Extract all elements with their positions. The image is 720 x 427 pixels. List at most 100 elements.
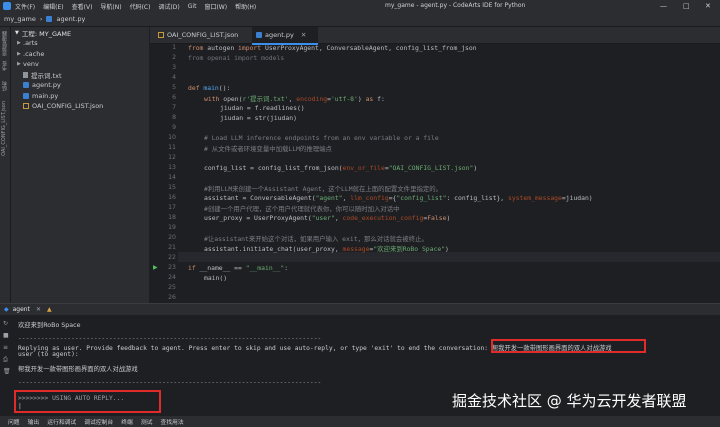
menu-git[interactable]: Git [188,3,197,10]
run-panel-header: ◆ agent ✕ ▲ [0,304,720,315]
watermark: 掘金技术社区 @ 华为云开发者联盟 [452,392,687,410]
menu-navigate[interactable]: 导航(N) [100,2,121,11]
string: "user" [311,214,335,222]
tool-debug-console[interactable]: 调试控制台 [84,417,113,426]
python-file-icon [256,32,262,38]
run-icon[interactable]: ▶ [153,264,158,271]
menu-file[interactable]: 文件(F) [15,2,35,11]
code-line-10: # Load LLM inference endpoints from an e… [204,134,439,142]
code-text: user_proxy = UserProxyAgent( [204,214,312,222]
code-text: f: [373,95,385,103]
code-text: ) [473,164,478,172]
python-file-icon [23,92,29,99]
line-number: 12 [168,154,176,161]
code-line-15: #利用LLM来创建一个Assistant Agent，这个LLM就在上面的配置文… [204,185,443,193]
line-number: 17 [168,204,176,211]
print-icon[interactable]: ⎙ [3,356,8,364]
line-number: 23 [168,264,176,271]
rerun-icon[interactable]: ↻ [3,320,8,327]
tree-item-label: venv [23,60,39,69]
string: "欢迎来到RoBo Space" [373,245,446,253]
json-tool[interactable]: OAI_CONFIG_LIST.json [1,101,7,156]
chevron-down-icon[interactable]: ▼ [15,30,19,36]
tree-item-agent-py[interactable]: agent.py [11,80,149,91]
tree-item-venv[interactable]: ▶ venv [11,59,149,70]
stop-icon[interactable]: ■ [3,332,9,339]
run-tab-agent[interactable]: agent [13,306,30,313]
menu-debug[interactable]: 调试(D) [158,2,179,11]
code-line-8: jiudan = str(jiudan) [220,114,297,122]
code-text: (): [218,84,231,92]
maximize-button[interactable]: □ [683,2,690,10]
tool-run-debug[interactable]: 运行和调试 [47,417,76,426]
line-number: 18 [168,214,176,221]
output-line-4: user (to agent): [18,351,79,358]
line-number: 2 [172,54,176,61]
close-icon[interactable]: ✕ [301,31,306,39]
scroll-icon[interactable]: ≡ [3,344,8,351]
tab-label: agent.py [265,31,294,39]
tool-test[interactable]: 测试 [141,417,153,426]
status-bar: 问题 输出 运行和调试 调试控制台 终端 测试 查找用法 [0,416,720,427]
tree-item-arts[interactable]: ▶ .arts [11,38,149,49]
code-line-1: from autogen import UserProxyAgent, Conv… [188,44,477,52]
code-text: config_list = config_list_from_json( [204,164,343,172]
tree-item-cache[interactable]: ▶ .cache [11,49,149,60]
close-button[interactable]: ✕ [705,2,711,10]
menu-edit[interactable]: 编辑(E) [43,2,63,11]
close-icon[interactable]: ✕ [36,306,41,313]
tree-item-prompt-txt[interactable]: 提示词.txt [11,70,149,81]
tool-terminal[interactable]: 终端 [121,417,133,426]
tab-label: OAI_CONFIG_LIST.json [167,31,239,39]
tree-item-oai-config[interactable]: OAI_CONFIG_LIST.json [11,101,149,112]
string: 'utf-8' [330,95,358,103]
code-text: __name__ == [195,264,246,272]
code-line-21: assistant.initiate_chat(user_proxy, mess… [204,244,449,253]
window-title: my_game - agent.py - CodeArts IDE for Py… [385,2,526,9]
breadcrumb-file[interactable]: agent.py [56,15,85,23]
code-text: ) [445,245,449,253]
warning-icon[interactable]: ▲ [47,306,52,313]
code-text: , [334,214,343,222]
highlight-box [14,390,161,413]
menu-bar: 文件(F) 编辑(E) 查看(V) 导航(N) 代码(C) 调试(D) Git … [0,0,720,12]
structure-tool[interactable]: 结构 [1,81,8,91]
menu-window[interactable]: 窗口(W) [204,2,227,11]
keyword: def [188,84,200,92]
line-number: 8 [172,114,176,121]
tree-item-label: 提示词.txt [31,71,62,80]
line-number: 10 [168,134,176,141]
minimize-button[interactable]: — [660,2,667,10]
menu-help[interactable]: 帮助(H) [235,2,256,11]
output-separator: ----------------------------------------… [18,335,322,342]
tab-agent-py[interactable]: agent.py ✕ [252,27,318,45]
python-run-icon: ◆ [4,306,9,313]
line-number: 5 [172,84,176,91]
code-text: autogen [203,44,239,52]
tree-item-main-py[interactable]: main.py [11,91,149,102]
breadcrumb-project[interactable]: my_game [4,15,36,23]
line-number: 20 [168,234,176,241]
line-number: 3 [172,64,176,71]
code-line-2: from openai import models [188,54,285,62]
string: "agent" [315,194,343,202]
code-text: ) [446,214,451,222]
keyword: with [204,95,220,103]
tool-problems[interactable]: 问题 [8,417,20,426]
menu-view[interactable]: 查看(V) [72,2,93,11]
breadcrumb: my_game › agent.py [0,12,720,27]
line-number: 14 [168,174,176,181]
string: "__main__" [245,264,285,272]
line-number: 13 [168,164,176,171]
menu-code[interactable]: 代码(C) [130,2,151,11]
param: encoding [296,95,328,103]
tab-oai-config[interactable]: OAI_CONFIG_LIST.json [154,27,254,43]
trash-icon[interactable]: 🗑 [3,368,11,375]
tool-output[interactable]: 输出 [28,417,40,426]
explorer-tool[interactable]: 资源管理器 [1,31,8,56]
project-title: 工程: MY_GAME [21,29,72,38]
tree-item-label: OAI_CONFIG_LIST.json [32,102,104,111]
bookmarks-tool[interactable]: 书签 [1,61,8,71]
file-tree: ▶ .arts ▶ .cache ▶ venv 提示词.txt agent.py… [11,38,149,112]
tool-find-usages[interactable]: 查找用法 [160,417,183,426]
